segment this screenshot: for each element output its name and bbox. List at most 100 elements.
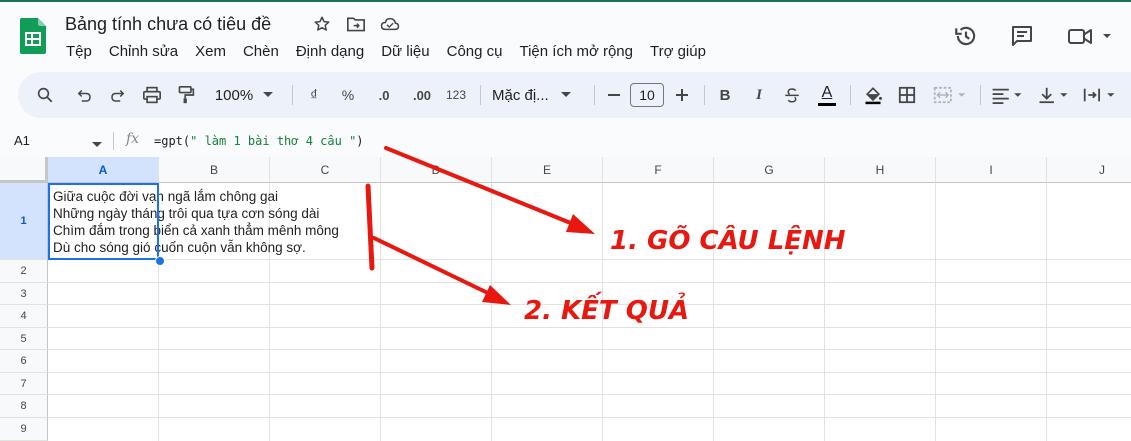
- formula-bar-divider: [113, 132, 114, 150]
- title-icons: [312, 14, 400, 34]
- column-gridline: [491, 183, 492, 441]
- cloud-saved-icon[interactable]: [380, 14, 400, 34]
- column-header-d[interactable]: D: [381, 157, 492, 183]
- column-header-f[interactable]: F: [603, 157, 714, 183]
- row-header-4[interactable]: 4: [0, 305, 48, 328]
- toolbar-divider: [980, 85, 981, 105]
- row-header-7[interactable]: 7: [0, 373, 48, 395]
- text-color-label: A: [821, 83, 833, 101]
- row-header-3[interactable]: 3: [0, 283, 48, 305]
- menu-bar: Tệp Chỉnh sửa Xem Chèn Định dạng Dữ liệu…: [66, 43, 723, 60]
- redo-icon[interactable]: [104, 72, 132, 118]
- column-gridline: [1046, 183, 1047, 441]
- toolbar: 100% ₫ % .0 .00 123 Mặc đị... 10 B I A: [18, 72, 1131, 118]
- increase-font-size-icon[interactable]: [670, 72, 694, 118]
- move-to-folder-icon[interactable]: [346, 14, 366, 34]
- percent-format-button[interactable]: %: [336, 72, 360, 118]
- fill-handle[interactable]: [155, 256, 165, 266]
- decrease-font-size-icon[interactable]: [602, 72, 626, 118]
- align-left-icon[interactable]: [988, 72, 1026, 118]
- undo-icon[interactable]: [70, 72, 98, 118]
- search-icon[interactable]: [30, 72, 60, 118]
- row-header-2[interactable]: 2: [0, 260, 48, 283]
- column-header-g[interactable]: G: [714, 157, 825, 183]
- menu-insert[interactable]: Chèn: [243, 43, 279, 60]
- menu-file[interactable]: Tệp: [66, 43, 92, 60]
- menu-extensions[interactable]: Tiện ích mở rộng: [519, 43, 633, 60]
- print-icon[interactable]: [138, 72, 166, 118]
- menu-edit[interactable]: Chỉnh sửa: [109, 43, 178, 60]
- row-header-5[interactable]: 5: [0, 328, 48, 350]
- row-gridline: [48, 417, 1131, 418]
- strikethrough-icon[interactable]: [778, 72, 806, 118]
- menu-format[interactable]: Định dạng: [296, 43, 364, 60]
- toolbar-divider: [292, 85, 293, 105]
- row-gridline: [48, 282, 1131, 283]
- row-header-8[interactable]: 8: [0, 395, 48, 418]
- row-gridline: [48, 259, 1131, 260]
- increase-decimal-label: .00: [412, 87, 432, 103]
- name-box-dropdown-icon[interactable]: [92, 135, 102, 153]
- column-header-c[interactable]: C: [270, 157, 381, 183]
- meet-video-icon[interactable]: [1066, 22, 1116, 50]
- column-header-j[interactable]: J: [1047, 157, 1131, 183]
- column-gridline: [824, 183, 825, 441]
- fx-icon: fx: [126, 131, 140, 147]
- row-gridline: [48, 372, 1131, 373]
- menu-help[interactable]: Trợ giúp: [650, 43, 706, 60]
- formula-input[interactable]: =gpt(" làm 1 bài thơ 4 câu "): [154, 134, 364, 148]
- column-header-i[interactable]: I: [936, 157, 1047, 183]
- column-header-h[interactable]: H: [825, 157, 936, 183]
- column-header-e[interactable]: E: [492, 157, 603, 183]
- text-color-button[interactable]: A: [814, 72, 840, 118]
- formula-suffix: ): [356, 134, 364, 148]
- select-all-corner[interactable]: [0, 157, 48, 183]
- borders-icon[interactable]: [894, 72, 920, 118]
- document-title[interactable]: Bảng tính chưa có tiêu đề: [65, 14, 271, 35]
- merge-cells-icon[interactable]: [930, 72, 970, 118]
- formula-bar: A1 fx =gpt(" làm 1 bài thơ 4 câu "): [0, 126, 1131, 156]
- toolbar-divider: [704, 85, 705, 105]
- annotation-step2: 2. KẾT QUẢ: [524, 296, 690, 326]
- formula-prefix: =gpt(: [154, 134, 191, 148]
- currency-format-button[interactable]: ₫: [302, 72, 326, 118]
- column-header-a[interactable]: A: [48, 157, 159, 183]
- row-header-6[interactable]: 6: [0, 350, 48, 373]
- paint-format-icon[interactable]: [172, 72, 200, 118]
- star-icon[interactable]: [312, 14, 332, 34]
- decrease-decimal-button[interactable]: .0: [370, 72, 398, 118]
- menu-view[interactable]: Xem: [195, 43, 226, 60]
- name-box[interactable]: A1: [14, 133, 30, 148]
- column-gridline: [935, 183, 936, 441]
- font-family-select[interactable]: Mặc đị...: [492, 72, 582, 118]
- fill-color-icon[interactable]: [860, 72, 886, 118]
- annotation-step1: 1. GÕ CÂU LỆNH: [610, 226, 846, 256]
- toolbar-divider: [594, 85, 595, 105]
- row-header-1[interactable]: 1: [0, 183, 48, 260]
- column-header-b[interactable]: B: [159, 157, 270, 183]
- decrease-decimal-label: .0: [378, 87, 390, 103]
- sheets-logo-icon[interactable]: [20, 18, 46, 54]
- number-format-button[interactable]: 123: [442, 72, 470, 118]
- comment-icon[interactable]: [1008, 22, 1036, 50]
- font-size-input[interactable]: 10: [630, 72, 664, 118]
- row-header-9[interactable]: 9: [0, 418, 48, 441]
- toolbar-divider: [850, 85, 851, 105]
- row-gridline: [48, 349, 1131, 350]
- text-wrap-icon[interactable]: [1080, 72, 1120, 118]
- column-gridline: [380, 183, 381, 441]
- chevron-down-icon: [263, 92, 274, 97]
- increase-decimal-button[interactable]: .00: [406, 72, 438, 118]
- font-size-value: 10: [639, 87, 655, 103]
- valign-bottom-icon[interactable]: [1034, 72, 1072, 118]
- chevron-down-icon: [560, 92, 571, 97]
- italic-button[interactable]: I: [746, 72, 772, 118]
- menu-data[interactable]: Dữ liệu: [381, 43, 429, 60]
- row-gridline: [48, 394, 1131, 395]
- zoom-select[interactable]: 100%: [210, 72, 278, 118]
- history-icon[interactable]: [952, 22, 980, 50]
- row-gridline: [48, 327, 1131, 328]
- bold-button[interactable]: B: [712, 72, 738, 118]
- top-accent-line: [0, 0, 1131, 2]
- menu-tools[interactable]: Công cụ: [447, 43, 503, 60]
